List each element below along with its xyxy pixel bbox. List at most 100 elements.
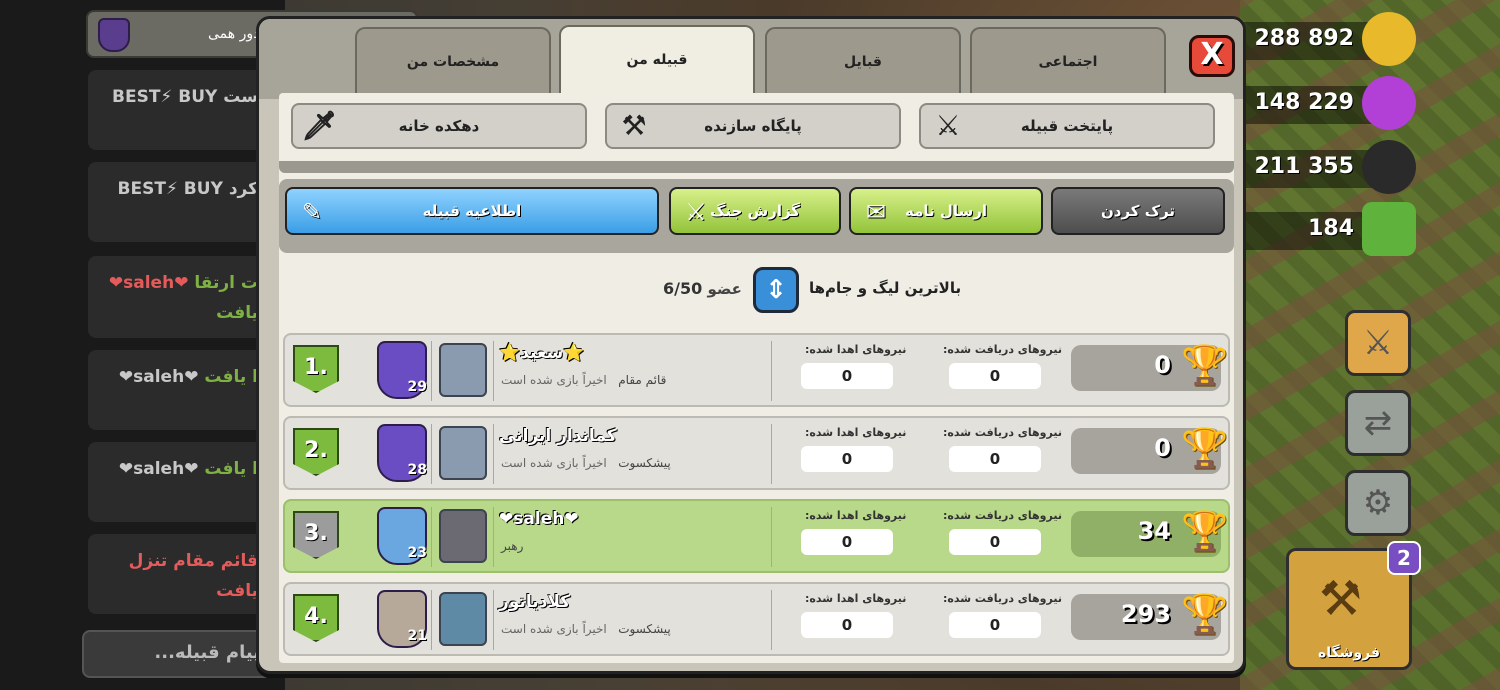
divider [493,341,494,401]
member-row[interactable]: 4. 21 کلادیاتور پیشکسوت اخیراً بازی شده … [283,582,1230,656]
trophy-icon: 🏆 [1181,426,1229,470]
town-hall-icon [439,509,487,563]
divider [279,161,1234,173]
trophy-icon: 🏆 [1181,592,1229,636]
trophy-icon: 🏆 [1181,509,1229,553]
chat-message: کرد BEST⚡ BUY [88,162,268,242]
tab-my-profile[interactable]: مشخصات من [355,27,551,97]
divider [431,590,432,650]
member-meta: رهبر [501,539,523,553]
chat-message: ت ارتقا ❤saleh❤ یافت [88,256,268,338]
league-badge-icon: 28 [377,424,427,482]
divider [493,424,494,484]
clan-capital-label: پایتخت قبیله [1020,117,1114,135]
member-meta: پیشکسوت اخیراً بازی شده است [501,456,671,470]
member-name: ⭐سعید⭐ [499,343,585,363]
member-role: پیشکسوت [618,622,671,636]
up-down-arrows-icon: ⇕ [765,275,787,305]
close-button[interactable]: X [1189,35,1235,77]
member-level: 29 [407,379,427,395]
clan-chat-input[interactable]: پیام قبیله... [82,630,272,678]
gold-coin-icon [1362,12,1416,66]
chat-message-text: کرد [228,179,258,199]
crossed-swords-icon: ⚔ [935,109,961,142]
builder-base-button[interactable]: ⚒ پایگاه سازنده [605,103,901,149]
divider [771,590,772,650]
received-label: نیروهای دریافت شده: [943,426,1062,439]
clan-capital-button[interactable]: ⚔ پایتخت قبیله [919,103,1215,149]
member-name: ❤saleh❤ [499,509,579,529]
leave-clan-button[interactable]: ترک کردن [1051,187,1225,235]
hammer-icon: ⚒ [1319,571,1363,627]
member-row[interactable]: 2. 28 کماندار ایرانی پیشکسوت اخیراً بازی… [283,416,1230,490]
member-meta: پیشکسوت اخیراً بازی شده است [501,622,671,636]
chat-message: ا یافت ❤saleh❤ [88,442,268,522]
town-hall-icon [439,343,487,397]
tab-clans[interactable]: قبایل [765,27,961,97]
shop-button[interactable]: ⚒ فروشگاه 2 [1286,541,1421,670]
trophy-box: 0 🏆 [1071,343,1228,391]
received-label: نیروهای دریافت شده: [943,509,1062,522]
gem-icon [1362,202,1416,256]
member-status: اخیراً بازی شده است [501,456,607,470]
chat-message-text: قائم مقام تنزل یافت [128,551,258,601]
home-village-label: دهکده خانه [398,117,480,135]
divider [493,507,494,567]
member-rank: 2. [293,428,339,476]
settings-button[interactable]: ⚙ [1345,470,1411,536]
chat-message: ست BEST⚡ BUY [88,70,268,150]
league-badge-icon: 23 [377,507,427,565]
elixir-amount: 2 148 229 [1231,90,1354,115]
sort-toggle-button[interactable]: ⇕ [753,267,799,313]
chat-message-text: ا یافت [204,367,258,387]
donated-value: 0 [801,612,893,638]
swap-arrows-icon: ⇄ [1363,403,1393,443]
member-count: 6/50 عضو [663,279,742,298]
divider [431,424,432,484]
league-button[interactable]: ⚔ [1345,310,1411,376]
trophy-count: 34 [1137,517,1171,545]
divider [771,424,772,484]
chat-message: ا یافت ❤saleh❤ [88,350,268,430]
donated-value: 0 [801,446,893,472]
chat-message-text: ت ارتقا [194,273,258,293]
home-village-button[interactable]: 🗡 دهکده خانه [291,103,587,149]
clan-notice-button[interactable]: ✎ اطلاعیه قبیله [285,187,659,235]
received-label: نیروهای دریافت شده: [943,343,1062,356]
league-badge-icon: 29 [377,341,427,399]
league-shield-icon: ⚔ [1362,323,1394,363]
chat-message-sender: BEST⚡ BUY [112,87,218,107]
league-badge-icon: 21 [377,590,427,648]
trophy-count: 0 [1154,351,1171,379]
trophy-count: 0 [1154,434,1171,462]
tab-social[interactable]: اجتماعی [970,27,1166,97]
chat-message-text: ست [223,87,258,107]
gold-amount: 3 288 892 [1231,26,1354,51]
member-row-self[interactable]: 3. 23 ❤saleh❤ رهبر نیروهای اهدا شده: 0 ن… [283,499,1230,573]
war-log-button[interactable]: ⚔ گزارش جنگ [669,187,841,235]
member-role: قائم مقام [618,373,667,387]
chat-message-sender: ❤saleh❤ [118,459,199,479]
clan-chat-panel: دور همی ست BEST⚡ BUY کرد BEST⚡ BUY ت ارت… [0,0,418,690]
send-mail-button[interactable]: ✉ ارسال نامه [849,187,1043,235]
chat-message-sender: ❤saleh❤ [118,367,199,387]
swap-layout-button[interactable]: ⇄ [1345,390,1411,456]
received-value: 0 [949,363,1041,389]
member-count-value: 6/50 [663,279,703,298]
received-value: 0 [949,529,1041,555]
sort-label: بالاترین لیگ و جام‌ها [809,279,962,297]
trophy-icon: 🏆 [1181,343,1229,387]
chat-message-text: ا یافت [204,459,258,479]
received-value: 0 [949,446,1041,472]
clan-content: 🗡 دهکده خانه ⚒ پایگاه سازنده ⚔ پایتخت قب… [279,93,1234,663]
war-log-label: گزارش جنگ [709,202,801,220]
tab-my-clan[interactable]: قبیله من [559,25,755,99]
member-row[interactable]: 1. 29 ⭐سعید⭐ قائم مقام اخیراً بازی شده ا… [283,333,1230,407]
member-level: 23 [407,545,427,561]
gem-amount: 184 [1308,216,1354,241]
member-role: رهبر [501,539,524,553]
member-name: کلادیاتور [499,592,571,612]
donated-value: 0 [801,363,893,389]
dark-elixir-icon [1362,140,1416,194]
axes-icon: ⚒ [621,109,647,142]
